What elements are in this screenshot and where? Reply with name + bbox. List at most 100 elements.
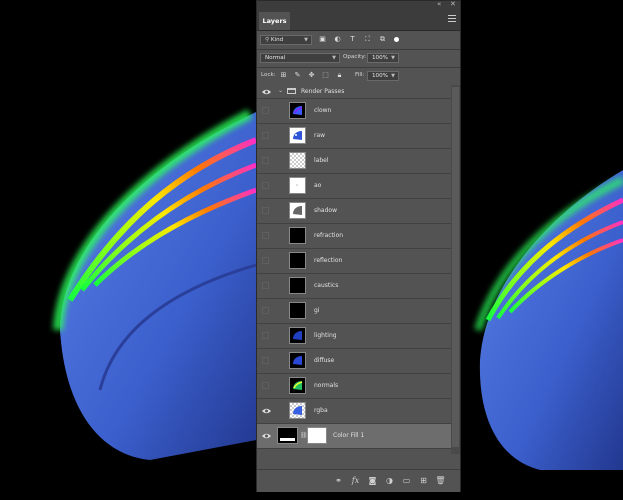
chevron-down-icon: ▼ <box>304 37 308 43</box>
layer-thumbnail[interactable] <box>289 227 306 244</box>
layer-name: normals <box>314 382 339 389</box>
smart-object-filter-icon[interactable]: ⧉ <box>378 35 387 44</box>
visibility-toggle[interactable] <box>262 232 269 239</box>
layer-thumbnail[interactable] <box>289 277 306 294</box>
layer-thumbnail[interactable] <box>289 377 306 394</box>
eye-icon[interactable] <box>262 432 271 440</box>
adjustment-filter-icon[interactable]: ◐ <box>333 35 342 44</box>
visibility-toggle[interactable] <box>262 107 269 114</box>
eye-icon[interactable] <box>262 407 271 415</box>
layer-name: raw <box>314 132 326 139</box>
delete-layer-icon[interactable]: 🗑︎ <box>435 475 446 486</box>
blend-row: Normal ▼ Opacity: 100% ▼ <box>257 52 460 64</box>
tab-layers[interactable]: Layers <box>259 12 290 30</box>
filter-toggle-icon[interactable] <box>394 37 399 42</box>
layer-name: label <box>314 157 329 164</box>
blend-mode-value: Normal <box>265 55 286 61</box>
layer-thumbnail[interactable] <box>289 177 306 194</box>
lock-label: Lock: <box>261 72 276 78</box>
layer-thumbnail[interactable] <box>289 152 306 169</box>
scrollbar-thumb[interactable] <box>452 87 459 447</box>
lock-all-icon[interactable]: 🔒︎ <box>335 71 344 80</box>
lock-artboard-icon[interactable]: ⬚ <box>321 71 330 80</box>
layer-thumbnail[interactable] <box>289 402 306 419</box>
layer-row[interactable]: ⛓ Color Fill 1 <box>257 424 451 449</box>
lock-position-icon[interactable]: ✥ <box>307 71 316 80</box>
layer-thumbnail[interactable] <box>289 102 306 119</box>
link-layers-icon[interactable]: ⚭ <box>333 475 344 486</box>
visibility-toggle[interactable] <box>262 332 269 339</box>
panel-menu-icon[interactable] <box>448 15 456 23</box>
layer-name: gi <box>314 307 320 314</box>
layer-row[interactable]: label <box>257 149 451 174</box>
eye-icon[interactable] <box>262 88 271 96</box>
visibility-toggle[interactable] <box>262 282 269 289</box>
layer-row[interactable]: caustics <box>257 274 451 299</box>
layer-row[interactable]: ao <box>257 174 451 199</box>
layer-row[interactable]: normals <box>257 374 451 399</box>
group-row[interactable]: ⌄ Render Passes <box>257 85 451 99</box>
shape-filter-icon[interactable]: ⛶ <box>363 35 372 44</box>
layer-row[interactable]: rgba <box>257 399 451 424</box>
chevron-down-icon[interactable]: ⌄ <box>278 87 283 94</box>
layer-row[interactable]: raw <box>257 124 451 149</box>
opacity-input[interactable]: 100% ▼ <box>367 53 399 63</box>
chevron-down-icon: ▼ <box>332 55 336 61</box>
group-name: Render Passes <box>301 88 345 95</box>
lock-transparent-icon[interactable]: ⊞ <box>279 71 288 80</box>
filter-kind-select[interactable]: ⚲ Kind ▼ <box>260 35 312 45</box>
layer-row[interactable]: diffuse <box>257 349 451 374</box>
panel-titlebar: « ✕ <box>257 0 460 9</box>
layer-thumbnail[interactable] <box>289 302 306 319</box>
layers-scrollbar[interactable] <box>451 85 460 454</box>
lock-image-icon[interactable]: ✎ <box>293 71 302 80</box>
layer-thumbnail[interactable] <box>289 327 306 344</box>
lock-row: Lock: ⊞ ✎ ✥ ⬚ 🔒︎ Fill: 100% ▼ <box>257 70 460 82</box>
visibility-toggle[interactable] <box>262 132 269 139</box>
visibility-toggle[interactable] <box>262 157 269 164</box>
panel-bottom-toolbar: ⚭ fx ◙ ◑ ▭ ⊞ 🗑︎ <box>257 469 460 492</box>
layer-thumbnail[interactable] <box>289 252 306 269</box>
new-layer-icon[interactable]: ⊞ <box>418 475 429 486</box>
pixel-filter-icon[interactable]: ▣ <box>318 35 327 44</box>
layer-name: lighting <box>314 332 337 339</box>
layers-panel: « ✕ Layers ⚲ Kind ▼ ▣ ◐ T ⛶ ⧉ Normal ▼ O… <box>256 0 461 492</box>
blend-mode-select[interactable]: Normal ▼ <box>260 53 340 63</box>
layer-row[interactable]: shadow <box>257 199 451 224</box>
layer-thumbnail[interactable] <box>277 427 298 444</box>
folder-icon <box>287 88 296 94</box>
fx-icon[interactable]: fx <box>350 475 361 486</box>
layer-name: Color Fill 1 <box>333 432 365 439</box>
left-shape <box>60 112 256 460</box>
layer-name: refraction <box>314 232 344 239</box>
fill-value: 100% <box>372 73 388 79</box>
layer-row[interactable]: clown <box>257 99 451 124</box>
visibility-toggle[interactable] <box>262 257 269 264</box>
layer-name: diffuse <box>314 357 335 364</box>
layer-thumbnail[interactable] <box>289 127 306 144</box>
fill-label: Fill: <box>355 72 365 78</box>
visibility-toggle[interactable] <box>262 382 269 389</box>
visibility-toggle[interactable] <box>262 182 269 189</box>
layer-mask-thumbnail[interactable] <box>307 427 327 444</box>
layer-name: rgba <box>314 407 328 414</box>
type-filter-icon[interactable]: T <box>348 35 357 44</box>
layer-thumbnail[interactable] <box>289 202 306 219</box>
opacity-label: Opacity: <box>343 54 366 60</box>
add-mask-icon[interactable]: ◙ <box>367 475 378 486</box>
close-icon[interactable]: ✕ <box>450 0 456 8</box>
new-group-icon[interactable]: ▭ <box>401 475 412 486</box>
panel-tabbar: Layers <box>257 9 460 31</box>
layer-thumbnail[interactable] <box>289 352 306 369</box>
layer-row[interactable]: refraction <box>257 224 451 249</box>
layer-row[interactable]: lighting <box>257 324 451 349</box>
adjustment-layer-icon[interactable]: ◑ <box>384 475 395 486</box>
collapse-icon[interactable]: « <box>437 0 441 8</box>
visibility-toggle[interactable] <box>262 207 269 214</box>
fill-input[interactable]: 100% ▼ <box>367 71 399 81</box>
filter-row: ⚲ Kind ▼ ▣ ◐ T ⛶ ⧉ <box>257 34 460 46</box>
layer-row[interactable]: reflection <box>257 249 451 274</box>
layer-row[interactable]: gi <box>257 299 451 324</box>
visibility-toggle[interactable] <box>262 307 269 314</box>
visibility-toggle[interactable] <box>262 357 269 364</box>
